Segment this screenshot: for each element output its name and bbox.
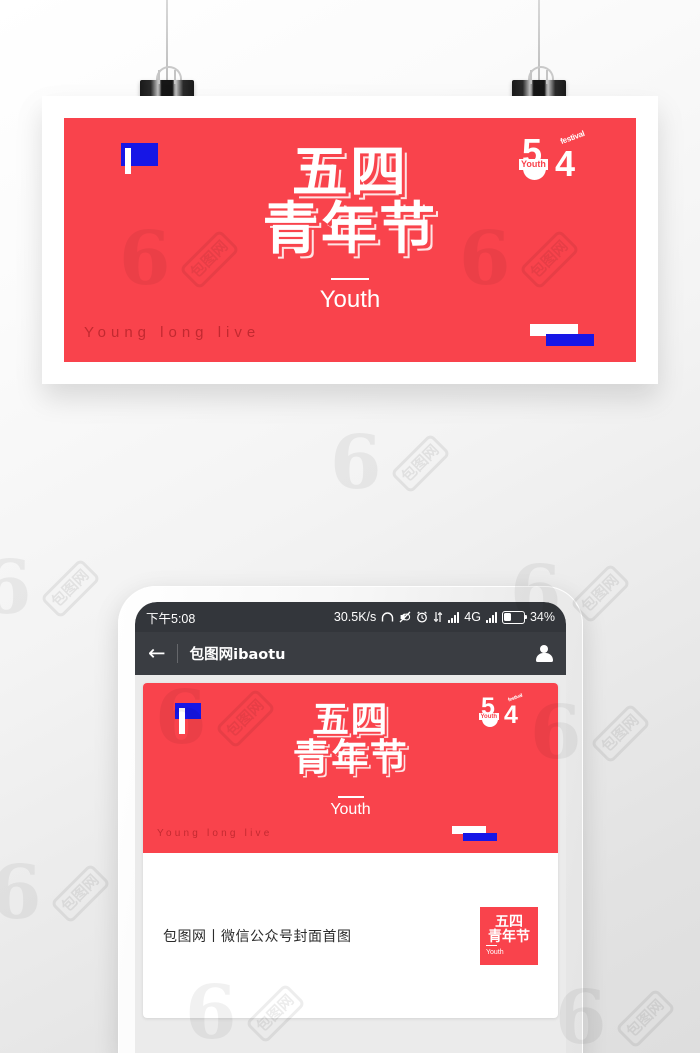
back-arrow-icon[interactable]: ← bbox=[148, 643, 166, 664]
alarm-icon bbox=[416, 611, 428, 623]
post-caption: 包图网丨微信公众号封面首图 bbox=[163, 928, 352, 945]
poster-artwork: 5 Youth 4 festival 五四 青年节 Youth Young lo… bbox=[64, 118, 636, 362]
watermark-glyph: 6 bbox=[0, 850, 42, 936]
post-cover-tagline: Young long live bbox=[157, 828, 273, 839]
poster-title: 五四 青年节 bbox=[64, 144, 636, 258]
watermark-box: 包图网 bbox=[390, 432, 451, 494]
watermark-label: 包图网 bbox=[578, 571, 623, 616]
feed-area: 5 Youth 4 festival 五四 青年节 Youth Young lo… bbox=[135, 675, 566, 1053]
signal-icon-2 bbox=[485, 611, 497, 623]
status-time: 下午5:08 bbox=[146, 611, 196, 626]
post-card[interactable]: 5 Youth 4 festival 五四 青年节 Youth Young lo… bbox=[143, 683, 558, 1018]
battery-icon bbox=[501, 610, 528, 624]
subtitle-rule bbox=[331, 278, 369, 280]
status-network-speed: 30.5K/s bbox=[333, 610, 377, 624]
watermark-box: 包图网 bbox=[615, 987, 676, 1049]
headphone-icon bbox=[381, 611, 394, 623]
mute-icon bbox=[399, 611, 411, 623]
poster-title-line-1: 五四 bbox=[291, 140, 409, 205]
person-icon[interactable] bbox=[535, 644, 553, 663]
thumbnail-title-line-1: 五四 bbox=[495, 913, 523, 930]
post-cover-title-line-2: 青年节 bbox=[292, 735, 409, 779]
post-body: 包图网丨微信公众号封面首图 五四 青年节 Youth bbox=[143, 853, 558, 1018]
person-icon-head bbox=[540, 644, 548, 653]
clip-arm bbox=[158, 70, 160, 84]
poster-subtitle: Youth bbox=[319, 286, 381, 313]
watermark: 6 包图网 bbox=[0, 545, 101, 631]
thumbnail-title: 五四 青年节 bbox=[480, 913, 538, 945]
phone-mockup: 下午5:08 30.5K/s 4G 34% ← 包图网ibaotu 5 Yout… bbox=[118, 586, 583, 1053]
status-bar: 下午5:08 30.5K/s 4G 34% bbox=[135, 602, 566, 632]
post-cover-title: 五四 青年节 bbox=[143, 701, 558, 776]
watermark-glyph: 6 bbox=[0, 545, 32, 631]
poster-tagline: Young long live bbox=[84, 324, 261, 341]
watermark: 6 包图网 bbox=[330, 420, 451, 506]
clip-arm bbox=[546, 70, 548, 84]
decor-bar-blue bbox=[463, 833, 497, 841]
app-bar: ← 包图网ibaotu bbox=[135, 632, 566, 675]
watermark-label: 包图网 bbox=[398, 441, 443, 486]
status-network-type: 4G bbox=[464, 610, 481, 624]
poster-card: 5 Youth 4 festival 五四 青年节 Youth Young lo… bbox=[42, 96, 658, 384]
poster-title-line-2: 青年节 bbox=[262, 197, 438, 263]
watermark-label: 包图网 bbox=[623, 996, 668, 1041]
watermark-box: 包图网 bbox=[50, 862, 111, 924]
post-cover-subtitle: Youth bbox=[330, 800, 371, 818]
watermark-box: 包图网 bbox=[40, 557, 101, 619]
subtitle-rule bbox=[337, 796, 364, 798]
status-battery-percent: 34% bbox=[529, 610, 555, 624]
watermark: 6 包图网 bbox=[0, 850, 111, 936]
post-cover-title-line-1: 五四 bbox=[312, 698, 389, 741]
post-cover-image: 5 Youth 4 festival 五四 青年节 Youth Young lo… bbox=[143, 683, 558, 853]
post-cover-subtitle-block: Youth bbox=[143, 796, 558, 819]
app-bar-title: 包图网ibaotu bbox=[189, 647, 286, 663]
phone-screen: 下午5:08 30.5K/s 4G 34% ← 包图网ibaotu 5 Yout… bbox=[135, 602, 566, 1053]
signal-icon-1 bbox=[448, 611, 460, 623]
post-thumbnail[interactable]: 五四 青年节 Youth bbox=[480, 906, 538, 965]
app-bar-divider bbox=[176, 644, 178, 663]
decor-bar-blue bbox=[546, 334, 594, 346]
clip-arm bbox=[174, 70, 176, 84]
data-transfer-icon bbox=[433, 611, 443, 623]
watermark-label: 包图网 bbox=[58, 871, 103, 916]
watermark-label: 包图网 bbox=[598, 711, 643, 756]
thumbnail-subtitle: Youth bbox=[486, 948, 504, 956]
thumbnail-rule bbox=[486, 944, 497, 946]
clip-arm bbox=[530, 70, 532, 84]
watermark-label: 包图网 bbox=[48, 566, 93, 611]
watermark-glyph: 6 bbox=[330, 420, 382, 506]
poster-subtitle-block: Youth bbox=[64, 278, 636, 314]
person-icon-torso bbox=[535, 652, 553, 662]
screenshot-canvas: 5 Youth 4 festival 五四 青年节 Youth Young lo… bbox=[0, 0, 700, 1053]
status-icons-group: 30.5K/s 4G 34% bbox=[334, 610, 555, 624]
thumbnail-title-line-2: 青年节 bbox=[488, 928, 530, 945]
watermark-box: 包图网 bbox=[590, 702, 651, 764]
